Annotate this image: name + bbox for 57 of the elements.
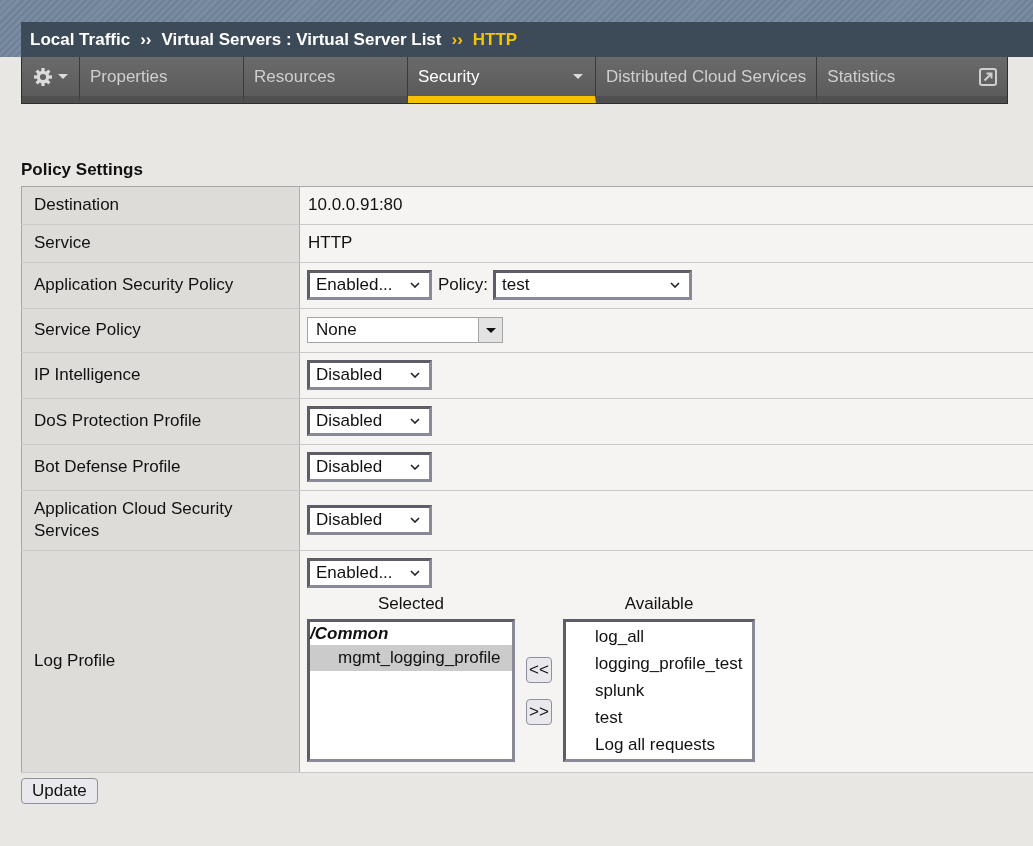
field-value: 10.0.0.91:80 [299,186,1033,225]
caret-down-icon [573,74,583,79]
tab[interactable]: Properties [80,57,244,103]
field-label: Destination [21,186,300,225]
dropdown[interactable]: Disabled [307,452,432,482]
move-button[interactable]: >> [526,698,552,725]
chevron-down-icon [670,282,681,288]
settings-menu-tab[interactable] [22,57,80,103]
list-heading: Available [623,593,695,615]
breadcrumb-current: HTTP [472,29,518,50]
combo-field[interactable]: None [307,317,479,343]
dropdown-button[interactable] [479,317,503,343]
list-item[interactable]: test [566,704,752,731]
chevron-down-icon [410,418,420,424]
group-label: /Common [310,623,390,645]
policy-dropdown[interactable]: test [493,270,693,300]
tab[interactable]: Security [408,57,596,103]
list-item[interactable]: log_all [566,623,752,650]
list-heading: Selected [376,593,446,615]
chevron-down-icon [410,282,420,288]
dropdown[interactable]: Disabled [307,505,432,535]
section-title: Policy Settings [21,160,144,180]
tab[interactable]: Distributed Cloud Services [596,57,818,103]
policy-label: Policy: [438,274,489,296]
breadcrumb-link[interactable]: Virtual Servers : Virtual Server List [161,29,442,50]
field-label: Log Profile [21,550,300,773]
move-button[interactable]: << [526,656,552,683]
field-label: Service [21,224,300,263]
field-label: Application Security Policy [21,262,300,309]
list-item[interactable]: logging_profile_test [566,650,752,677]
list-item[interactable]: splunk [566,677,752,704]
tab[interactable]: Resources [244,57,408,103]
field-label: Bot Defense Profile [21,444,300,491]
dropdown[interactable]: Enabled... [307,558,432,588]
chevron-down-icon [410,570,420,576]
chevron-down-icon [410,372,420,378]
dropdown[interactable]: Enabled... [307,270,432,300]
breadcrumb-link[interactable]: Local Traffic [30,29,131,50]
caret-down-icon [485,327,496,333]
field-label: IP Intelligence [21,352,300,399]
field-label: Service Policy [21,308,300,353]
list-item[interactable]: Log all requests [566,731,752,758]
dropdown[interactable]: Disabled [307,406,432,436]
tab[interactable]: Statistics [817,57,1007,103]
dropdown[interactable]: Disabled [307,360,432,390]
update-button[interactable]: Update [21,778,98,804]
chevron-down-icon [410,464,420,470]
breadcrumb-separator: ›› [140,29,152,50]
settings-icon [33,67,52,86]
list-item[interactable]: mgmt_logging_profile [310,645,512,671]
breadcrumb-separator: ›› [451,29,463,50]
field-value: HTTP [299,224,1033,263]
chevron-down-icon [410,517,420,523]
caret-down-icon [57,74,68,79]
field-label: Application Cloud Security Services [21,490,300,551]
external-link-icon [979,67,997,86]
field-label: DoS Protection Profile [21,398,300,445]
